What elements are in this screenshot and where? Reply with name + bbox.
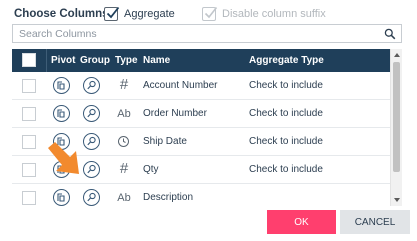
column-name: Order Number	[143, 108, 207, 119]
table-row: Ab Order Number Check to include	[12, 100, 390, 128]
column-header-pivot: Pivot	[51, 55, 76, 66]
dialog-footer: OK CANCEL	[0, 206, 417, 241]
group-icon[interactable]	[83, 77, 100, 94]
aggregate-type[interactable]: Check to include	[249, 136, 323, 147]
options-bar: Choose Columns Aggregate Disable column …	[0, 0, 417, 27]
aggregate-option[interactable]: Aggregate	[104, 5, 175, 23]
search-input[interactable]	[13, 25, 379, 42]
column-name: Qty	[143, 164, 159, 175]
grid-header: Pivot Group Type Name Aggregate Type	[12, 49, 390, 72]
column-header-type: Type	[115, 55, 138, 66]
aggregate-checkbox[interactable]	[104, 6, 120, 21]
select-all-checkbox[interactable]	[22, 53, 36, 67]
number-type-icon: #	[119, 160, 129, 177]
clock-type-icon	[115, 134, 133, 150]
column-name: Ship Date	[143, 136, 187, 147]
group-icon[interactable]	[83, 189, 100, 206]
header-divider	[46, 49, 47, 72]
scroll-thumb[interactable]	[393, 62, 400, 172]
aggregate-label: Aggregate	[124, 8, 175, 20]
disable-suffix-option: Disable column suffix	[202, 5, 326, 23]
pivot-icon[interactable]	[53, 105, 70, 122]
text-type-icon: Ab	[117, 108, 131, 120]
scroll-up-arrow-icon[interactable]	[391, 49, 402, 60]
checkmark-icon	[106, 6, 120, 19]
disable-suffix-checkbox	[202, 7, 218, 21]
cancel-button[interactable]: CANCEL	[340, 210, 410, 234]
grid-scrollbar[interactable]	[390, 49, 402, 206]
pivot-icon[interactable]	[53, 77, 70, 94]
pivot-icon[interactable]	[53, 189, 70, 206]
disable-suffix-label: Disable column suffix	[222, 8, 326, 20]
callout-arrow-icon	[48, 142, 79, 174]
column-header-aggregate-type: Aggregate Type	[249, 55, 324, 66]
row-checkbox[interactable]	[22, 107, 36, 121]
row-checkbox[interactable]	[22, 191, 36, 205]
row-checkbox[interactable]	[22, 163, 36, 177]
ok-button[interactable]: OK	[267, 210, 336, 234]
row-checkbox[interactable]	[22, 79, 36, 93]
checkmark-icon	[204, 7, 218, 19]
number-type-icon: #	[119, 76, 129, 93]
table-row: # Account Number Check to include	[12, 72, 390, 100]
column-name: Account Number	[143, 80, 218, 91]
scroll-down-arrow-icon[interactable]	[391, 195, 402, 206]
group-icon[interactable]	[83, 105, 100, 122]
table-row: Ab Description	[12, 184, 390, 206]
grid-rows: # Account Number Check to include Ab Ord…	[12, 72, 390, 206]
aggregate-type[interactable]: Check to include	[249, 164, 323, 175]
column-header-name: Name	[143, 55, 171, 66]
column-name: Description	[143, 192, 194, 203]
column-header-group: Group	[80, 55, 110, 66]
text-type-icon: Ab	[117, 192, 131, 204]
aggregate-type[interactable]: Check to include	[249, 80, 323, 91]
aggregate-type[interactable]: Check to include	[249, 108, 323, 119]
panel-title: Choose Columns	[14, 8, 109, 20]
row-checkbox[interactable]	[22, 135, 36, 149]
search-icon[interactable]	[384, 27, 396, 45]
search-box	[12, 24, 402, 43]
choose-columns-panel: Choose Columns Aggregate Disable column …	[0, 0, 417, 241]
